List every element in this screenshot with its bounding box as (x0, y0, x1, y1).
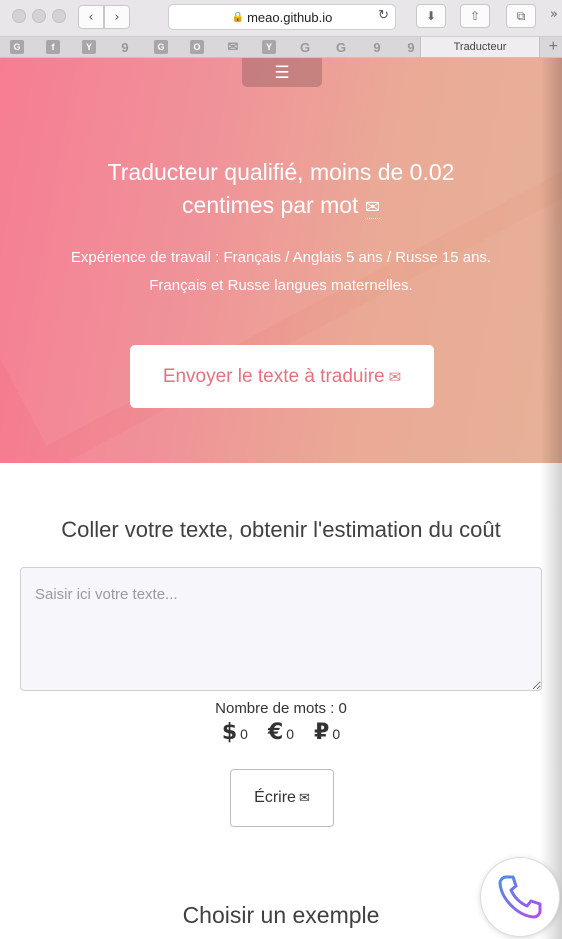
price-usd: $ 0 (222, 720, 248, 745)
share-button[interactable]: ⇧ (460, 4, 490, 28)
languages-text: Français et Russe langues maternelles. (149, 277, 413, 294)
reload-icon[interactable]: ↻ (378, 8, 389, 23)
bookmark-facebook-icon[interactable]: f (46, 40, 60, 54)
price-eur-amount: 0 (286, 726, 295, 742)
send-text-button[interactable]: Envoyer le texte à traduire ✉ (130, 345, 434, 408)
chevron-left-icon: ‹ (88, 9, 94, 25)
envelope-icon: ✉ (388, 367, 402, 386)
examples-title: Choisir un exemple (182, 902, 380, 928)
phone-icon (498, 875, 542, 919)
call-button[interactable] (480, 857, 560, 937)
new-tab-icon[interactable]: + (549, 37, 558, 57)
tab-title: Traducteur (453, 41, 507, 53)
text-input[interactable] (20, 567, 542, 691)
bookmark-nine-icon[interactable]: 9 (118, 40, 132, 55)
price-rub-amount: 0 (332, 726, 341, 742)
hamburger-menu-icon: ☰ (274, 62, 290, 83)
hero-title-text: Traducteur qualifié, moins de 0.02 centi… (107, 159, 455, 218)
bookmark-o-icon[interactable]: O (190, 40, 204, 54)
price-usd-amount: 0 (240, 726, 248, 742)
price-estimates: $ 0 € 0 ₽ 0 (0, 720, 562, 745)
dollar-icon: $ (221, 720, 238, 745)
address-bar[interactable]: 🔒 meao.github.io ↻ (168, 4, 396, 30)
price-eur: € 0 (268, 720, 294, 745)
envelope-icon: ✉ (364, 197, 380, 219)
price-rub: ₽ 0 (314, 720, 340, 745)
url-text: meao.github.io (247, 9, 333, 25)
hero-title: Traducteur qualifié, moins de 0.02 centi… (60, 156, 502, 224)
active-tab[interactable]: Traducteur (420, 37, 540, 57)
browser-toolbar: ‹ › 🔒 meao.github.io ↻ ⬇ ⇧ ⧉ » (0, 0, 562, 37)
envelope-icon: ✉ (298, 790, 310, 806)
download-icon: ⬇ (425, 9, 437, 23)
bookmark-google-4-icon[interactable]: G (334, 40, 348, 55)
bookmark-google-icon[interactable]: G (10, 40, 24, 54)
experience-text: Expérience de travail : Français / Angla… (70, 249, 492, 266)
hero-description: Expérience de travail : Français / Angla… (40, 244, 522, 300)
scroll-shadow (540, 58, 562, 939)
close-window-button[interactable] (12, 9, 26, 23)
more-icon[interactable]: » (550, 7, 558, 22)
estimate-title: Coller votre texte, obtenir l'estimation… (61, 517, 501, 542)
minimize-window-button[interactable] (32, 9, 46, 23)
bookmark-mail-icon[interactable]: ✉ (226, 39, 240, 54)
bookmark-google-2-icon[interactable]: G (154, 40, 168, 54)
tabs-icon: ⧉ (516, 8, 526, 23)
lock-icon: 🔒 (231, 11, 245, 23)
hero-section: ☰ Traducteur qualifié, moins de 0.02 cen… (0, 58, 562, 463)
euro-icon: € (267, 720, 284, 745)
send-text-label: Envoyer le texte à traduire (162, 365, 385, 387)
bookmark-nine-3-icon[interactable]: 9 (404, 40, 418, 55)
menu-button[interactable]: ☰ (242, 58, 322, 87)
tabs-overview-button[interactable]: ⧉ (506, 4, 536, 28)
zoom-window-button[interactable] (52, 9, 66, 23)
chevron-right-icon: › (114, 9, 120, 25)
bookmark-nine-2-icon[interactable]: 9 (370, 40, 384, 55)
downloads-button[interactable]: ⬇ (416, 4, 446, 28)
bookmark-yandex-icon[interactable]: Y (262, 40, 276, 54)
word-count: Nombre de mots : 0 (215, 700, 347, 717)
write-button[interactable]: Écrire ✉ (230, 769, 334, 827)
bookmark-google-3-icon[interactable]: G (298, 40, 312, 55)
share-icon: ⇧ (469, 9, 481, 23)
bookmark-ycombinator-icon[interactable]: Y (82, 40, 96, 54)
forward-button[interactable]: › (104, 5, 130, 29)
ruble-icon: ₽ (314, 720, 330, 745)
write-label: Écrire (254, 789, 296, 806)
bookmarks-bar: G f Y 9 G O ✉ Y G G 9 9 Traducteur + (0, 37, 562, 58)
back-button[interactable]: ‹ (78, 5, 104, 29)
